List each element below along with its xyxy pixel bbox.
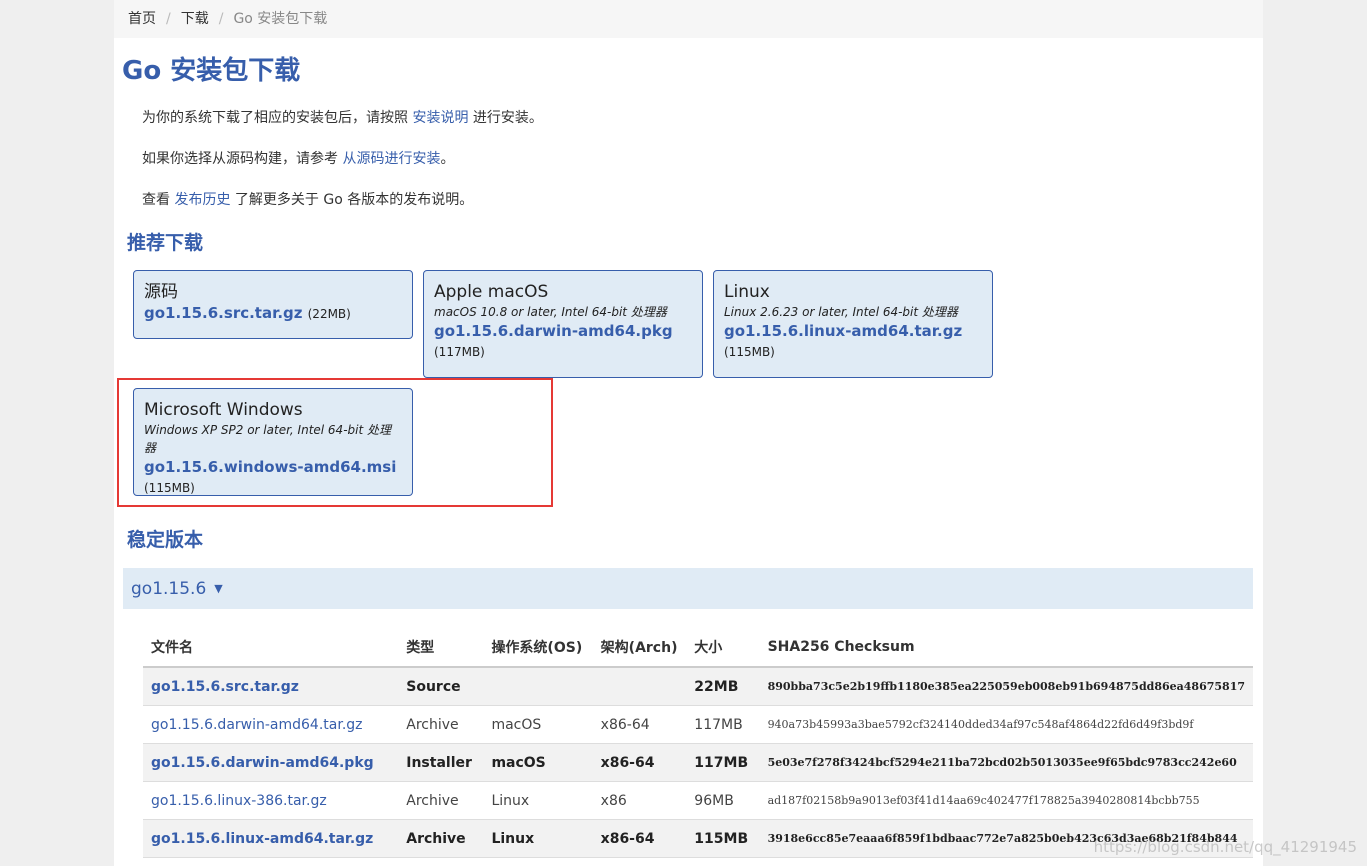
intro-text: 进行安装。 — [468, 110, 543, 126]
column-header: 操作系统(OS) — [483, 628, 593, 668]
card-file-link[interactable]: go1.15.6.darwin-amd64.pkg — [434, 322, 673, 340]
file-link[interactable]: go1.15.6.darwin-amd64.pkg — [143, 743, 399, 782]
cell-kind: Installer — [398, 743, 484, 782]
cell-os: Linux — [483, 781, 593, 820]
watermark: https://blog.csdn.net/qq_41291945 — [1093, 838, 1357, 856]
card-os-label: Apple macOS — [434, 282, 549, 302]
card-requirements: macOS 10.8 or later, Intel 64-bit 处理器 — [434, 305, 667, 319]
card-file-link[interactable]: go1.15.6.linux-amd64.tar.gz — [724, 322, 962, 340]
install-from-source-link[interactable]: 从源码进行安装 — [342, 151, 440, 167]
cell-size: 22MB — [686, 667, 760, 706]
cell-size: 117MB — [686, 743, 760, 782]
cell-size: 117MB — [686, 705, 760, 744]
breadcrumb: 首页 / 下载 / Go 安装包下载 — [114, 0, 1263, 38]
cell-size: 115MB — [686, 819, 760, 858]
cell-os: macOS — [483, 743, 593, 782]
breadcrumb-separator: / — [166, 11, 171, 27]
featured-card-linux[interactable]: Linux Linux 2.6.23 or later, Intel 64-bi… — [713, 270, 993, 378]
intro-paragraph-install: 为你的系统下载了相应的安装包后，请按照 安装说明 进行安装。 — [142, 107, 543, 127]
windows-highlight-box — [117, 378, 553, 507]
breadcrumb-home-link[interactable]: 首页 — [128, 11, 156, 27]
table-row: go1.15.6.linux-amd64.tar.gz Archive Linu… — [143, 819, 1253, 858]
cell-os: macOS — [483, 705, 593, 744]
cell-checksum: 5e03e7f278f3424bcf5294e211ba72bcd02b5013… — [759, 743, 1253, 782]
page: 首页 / 下载 / Go 安装包下载 Go 安装包下载 为你的系统下载了相应的安装包后，… — [114, 0, 1263, 866]
downloads-table: 文件名 类型 操作系统(OS) 架构(Arch) 大小 SHA256 Check… — [143, 628, 1253, 858]
version-toggle[interactable]: go1.15.6 ▼ — [123, 568, 1253, 609]
intro-text: 为你的系统下载了相应的安装包后，请按照 — [142, 110, 413, 126]
stable-heading: 稳定版本 — [127, 529, 204, 551]
card-size: (22MB) — [307, 307, 351, 321]
cell-checksum: ad187f02158b9a9013ef03f41d14aa69c402477f… — [759, 781, 1253, 820]
column-header: 架构(Arch) — [592, 628, 687, 668]
cell-kind: Archive — [398, 819, 484, 858]
cell-checksum: 940a73b45993a3bae5792cf324140dded34af97c… — [759, 705, 1253, 744]
featured-card-macos[interactable]: Apple macOS macOS 10.8 or later, Intel 6… — [423, 270, 703, 378]
file-link[interactable]: go1.15.6.src.tar.gz — [143, 667, 399, 706]
cell-os — [483, 667, 593, 706]
file-link[interactable]: go1.15.6.darwin-amd64.tar.gz — [143, 705, 399, 744]
file-link[interactable]: go1.15.6.linux-amd64.tar.gz — [143, 819, 399, 858]
cell-kind: Archive — [398, 705, 484, 744]
install-instructions-link[interactable]: 安装说明 — [412, 110, 468, 126]
intro-paragraph-source: 如果你选择从源码构建，请参考 从源码进行安装。 — [142, 148, 454, 168]
intro-text: 了解更多关于 Go 各版本的发布说明。 — [230, 192, 474, 208]
column-header: 文件名 — [143, 628, 399, 668]
table-row: go1.15.6.linux-386.tar.gz Archive Linux … — [143, 781, 1253, 820]
cell-arch — [592, 667, 687, 706]
chevron-down-icon: ▼ — [214, 582, 223, 595]
page-title: Go 安装包下载 — [122, 56, 301, 86]
card-requirements: Linux 2.6.23 or later, Intel 64-bit 处理器 — [724, 305, 958, 319]
intro-text: 查看 — [142, 192, 175, 208]
cell-arch: x86-64 — [592, 705, 687, 744]
card-file-link[interactable]: go1.15.6.src.tar.gz — [144, 304, 303, 322]
cell-arch: x86 — [592, 781, 687, 820]
featured-heading: 推荐下载 — [127, 232, 204, 254]
card-os-label: Linux — [724, 282, 770, 302]
breadcrumb-downloads-link[interactable]: 下载 — [181, 11, 209, 27]
table-row: go1.15.6.darwin-amd64.tar.gz Archive mac… — [143, 705, 1253, 744]
file-link[interactable]: go1.15.6.linux-386.tar.gz — [143, 781, 399, 820]
cell-arch: x86-64 — [592, 819, 687, 858]
breadcrumb-current: Go 安装包下载 — [233, 11, 328, 27]
intro-text: 。 — [440, 151, 455, 167]
cell-os: Linux — [483, 819, 593, 858]
table-row: go1.15.6.src.tar.gz Source 22MB 890bba73… — [143, 667, 1253, 706]
cell-kind: Archive — [398, 781, 484, 820]
cell-size: 96MB — [686, 781, 760, 820]
cell-kind: Source — [398, 667, 484, 706]
featured-card-source[interactable]: 源码 go1.15.6.src.tar.gz (22MB) — [133, 270, 413, 339]
version-label: go1.15.6 — [131, 579, 207, 599]
release-history-link[interactable]: 发布历史 — [174, 192, 230, 208]
column-header: 大小 — [686, 628, 760, 668]
table-row: go1.15.6.darwin-amd64.pkg Installer macO… — [143, 743, 1253, 782]
card-size: (115MB) — [724, 345, 775, 359]
card-size: (117MB) — [434, 345, 485, 359]
cell-checksum: 890bba73c5e2b19ffb1180e385ea225059eb008e… — [759, 667, 1253, 706]
cell-arch: x86-64 — [592, 743, 687, 782]
intro-paragraph-history: 查看 发布历史 了解更多关于 Go 各版本的发布说明。 — [142, 189, 473, 209]
column-header: SHA256 Checksum — [759, 628, 1253, 668]
table-header-row: 文件名 类型 操作系统(OS) 架构(Arch) 大小 SHA256 Check… — [143, 628, 1253, 668]
card-os-label: 源码 — [144, 282, 178, 302]
breadcrumb-separator: / — [218, 11, 224, 27]
intro-text: 如果你选择从源码构建，请参考 — [142, 151, 343, 167]
column-header: 类型 — [398, 628, 484, 668]
